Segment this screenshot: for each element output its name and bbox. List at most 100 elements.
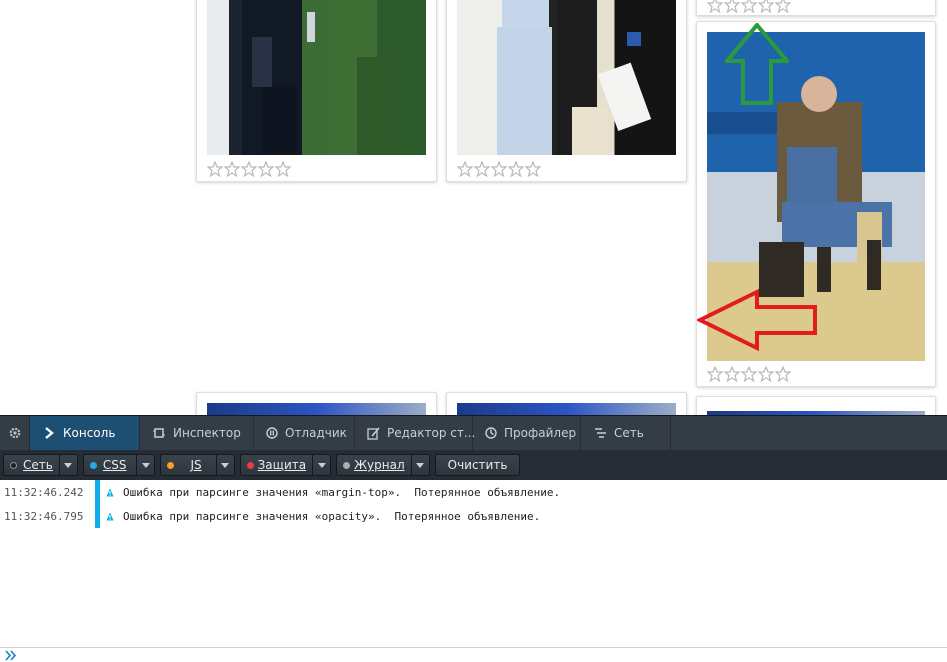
warning-icon [106, 512, 116, 521]
log-row: 11:32:46.795 Ошибка при парсинге значени… [0, 504, 947, 528]
tab-console[interactable]: Консоль [30, 416, 140, 450]
star-icon[interactable] [474, 161, 490, 177]
photo-image[interactable] [457, 0, 676, 155]
filter-css-toggle[interactable]: CSS [84, 455, 137, 475]
log-message: Ошибка при парсинге значения «margin-top… [123, 485, 561, 499]
log-marker [95, 480, 100, 504]
tabbar-spacer [671, 416, 947, 450]
photo-image[interactable] [457, 403, 676, 415]
star-icon[interactable] [525, 161, 541, 177]
warning-icon [106, 488, 116, 497]
log-row: 11:32:46.242 Ошибка при парсинге значени… [0, 480, 947, 504]
filter-label: CSS [102, 458, 127, 472]
photo-card[interactable] [196, 392, 437, 415]
filter-security-dot [246, 461, 254, 469]
filter-label: JS [190, 458, 202, 472]
tab-label: Консоль [63, 426, 116, 440]
photo-gallery [0, 0, 947, 415]
clear-button[interactable]: Очистить [434, 454, 521, 476]
photo-card[interactable] [196, 0, 437, 182]
console-input[interactable] [0, 647, 947, 662]
rating-stars[interactable] [207, 161, 291, 177]
red-left-arrow-annotation [697, 289, 817, 351]
profiler-icon [485, 426, 497, 440]
log-message: Ошибка при парсинге значения «opacity». … [123, 509, 541, 523]
devtools-panel: Консоль Инспектор Отладчик Редактор ст..… [0, 415, 947, 662]
log-timestamp: 11:32:46.795 [4, 509, 84, 523]
photo-people-scene [457, 0, 676, 155]
photo-image[interactable] [207, 0, 426, 155]
style-editor-icon [367, 426, 380, 440]
chevron-down-icon[interactable] [410, 455, 429, 475]
page: Консоль Инспектор Отладчик Редактор ст..… [0, 0, 947, 662]
filter-security-button[interactable]: Защита [239, 454, 332, 476]
filter-label: Сеть [23, 458, 53, 472]
star-icon[interactable] [707, 0, 723, 13]
console-filter-bar: Сеть CSS JS Защита Журнал Очистить [0, 450, 947, 480]
rating-stars[interactable] [707, 0, 791, 13]
filter-security-toggle[interactable]: Защита [241, 455, 313, 475]
photo-card[interactable] [446, 392, 687, 415]
network-icon [593, 426, 607, 440]
log-timestamp: 11:32:46.242 [4, 485, 84, 499]
star-icon[interactable] [724, 366, 740, 382]
star-icon[interactable] [275, 161, 291, 177]
rating-stars[interactable] [457, 161, 541, 177]
filter-js-button[interactable]: JS [160, 454, 235, 476]
tab-label: Редактор ст... [387, 426, 476, 440]
star-icon[interactable] [758, 0, 774, 13]
star-icon[interactable] [508, 161, 524, 177]
filter-js-toggle[interactable]: JS [161, 455, 215, 475]
filter-js-dot [167, 461, 175, 469]
photo-people-scene [242, 0, 397, 155]
tab-style-editor[interactable]: Редактор ст... [355, 416, 476, 450]
star-icon[interactable] [741, 0, 757, 13]
gear-icon[interactable] [0, 416, 30, 450]
tab-label: Сеть [614, 426, 644, 440]
star-icon[interactable] [775, 366, 791, 382]
filter-log-button[interactable]: Журнал [336, 454, 430, 476]
star-icon[interactable] [775, 0, 791, 13]
chevron-down-icon[interactable] [136, 455, 154, 475]
tab-label: Инспектор [173, 426, 241, 440]
filter-css-button[interactable]: CSS [82, 454, 156, 476]
filter-label: Защита [257, 458, 307, 472]
devtools-tabbar: Консоль Инспектор Отладчик Редактор ст..… [0, 416, 947, 450]
rating-stars[interactable] [707, 366, 791, 382]
star-icon[interactable] [258, 161, 274, 177]
star-icon[interactable] [491, 161, 507, 177]
star-icon[interactable] [457, 161, 473, 177]
photo-card[interactable] [696, 396, 936, 415]
star-icon[interactable] [724, 0, 740, 13]
star-icon[interactable] [707, 366, 723, 382]
photo-image[interactable] [207, 403, 426, 415]
tab-network[interactable]: Сеть [581, 416, 671, 450]
tab-label: Отладчик [285, 426, 347, 440]
photo-card[interactable] [696, 0, 936, 16]
chevron-down-icon[interactable] [312, 455, 330, 475]
star-icon[interactable] [224, 161, 240, 177]
filter-css-dot [89, 461, 97, 469]
filter-log-toggle[interactable]: Журнал [337, 455, 411, 475]
star-icon[interactable] [241, 161, 257, 177]
star-icon[interactable] [207, 161, 223, 177]
filter-label: Журнал [354, 458, 405, 472]
chevron-down-icon[interactable] [215, 455, 234, 475]
debugger-icon [266, 426, 278, 440]
console-output: 11:32:46.242 Ошибка при парсинге значени… [0, 480, 947, 647]
star-icon[interactable] [758, 366, 774, 382]
filter-log-dot [343, 461, 351, 469]
chevron-down-icon[interactable] [58, 455, 77, 475]
filter-net-button[interactable]: Сеть [3, 454, 78, 476]
tab-profiler[interactable]: Профайлер [473, 416, 581, 450]
photo-card[interactable] [446, 0, 687, 182]
filter-net-toggle[interactable]: Сеть [4, 455, 59, 475]
inspector-icon [152, 426, 166, 440]
log-marker [95, 504, 100, 528]
console-chevron-icon [42, 426, 56, 440]
tab-debugger[interactable]: Отладчик [254, 416, 355, 450]
filter-net-dot [10, 461, 17, 469]
star-icon[interactable] [741, 366, 757, 382]
tab-label: Профайлер [504, 426, 577, 440]
tab-inspector[interactable]: Инспектор [140, 416, 254, 450]
